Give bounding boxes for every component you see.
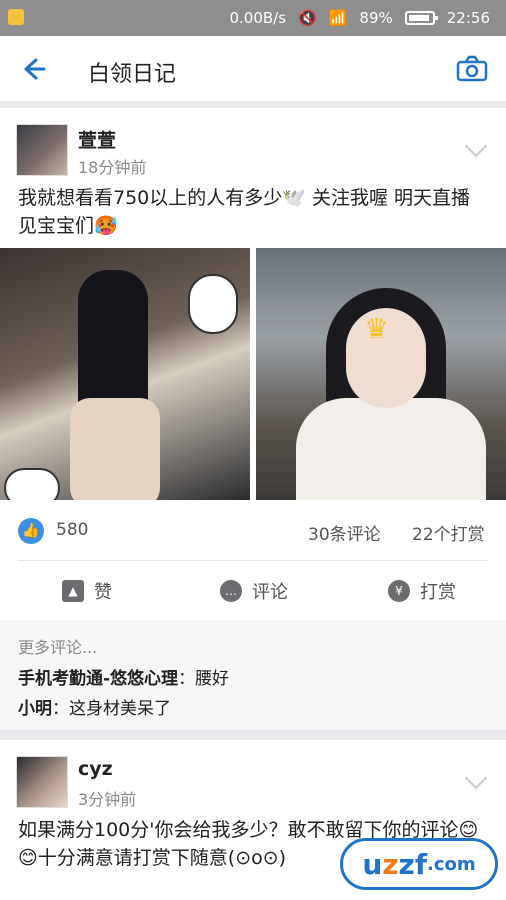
mute-icon: 🔇 <box>298 9 317 27</box>
post-username[interactable]: 萱萱 <box>78 126 116 153</box>
crown-sticker: ♛ <box>364 312 390 345</box>
clock: 22:56 <box>446 9 490 27</box>
avatar[interactable] <box>16 756 68 808</box>
comment-bubble-icon: … <box>220 580 242 602</box>
watermark-text: z <box>382 847 399 881</box>
reward-label: 打赏 <box>420 582 456 603</box>
chevron-down-icon[interactable] <box>464 134 488 158</box>
photo-detail <box>296 398 486 500</box>
bunny-sticker <box>188 274 238 334</box>
comment-user[interactable]: 小明 <box>18 699 52 719</box>
post-actions: ▲ 赞 … 评论 ¥ 打赏 <box>0 566 506 616</box>
comment-colon: ： <box>178 669 196 689</box>
camera-icon[interactable] <box>456 54 488 84</box>
yen-coin-icon: ¥ <box>388 580 410 602</box>
comment-text: 腰好 <box>195 669 230 689</box>
watermark-text: u <box>362 847 383 881</box>
comment-button[interactable]: … 评论 <box>220 576 288 606</box>
reward-count[interactable]: 22个打赏 <box>412 520 485 545</box>
post-time: 18分钟前 <box>78 158 147 177</box>
feed-post: 萱萱 18分钟前 我就想看看750以上的人有多少🕊️ 关注我喔 明天直播见宝宝们… <box>0 108 506 620</box>
site-watermark-logo: u z zf .com <box>340 838 498 890</box>
watermark-text: zf <box>398 847 428 881</box>
sim-icon <box>8 9 24 25</box>
comment-count[interactable]: 30条评论 <box>308 520 381 545</box>
wifi-icon: 📶 <box>328 9 348 27</box>
comment-item[interactable]: 手机考勤通-悠悠心理：腰好 <box>18 664 229 689</box>
post-username[interactable]: cyz <box>78 758 113 780</box>
pig-sticker <box>4 468 60 500</box>
post-content: 我就想看看750以上的人有多少🕊️ 关注我喔 明天直播见宝宝们🥵 <box>18 187 471 237</box>
thumbs-up-icon: ▲ <box>62 580 84 602</box>
post-image-1[interactable] <box>0 248 250 500</box>
like-count: 580 <box>56 520 89 540</box>
back-arrow-icon[interactable] <box>18 54 48 84</box>
comment-label: 评论 <box>252 582 288 603</box>
avatar[interactable] <box>16 124 68 176</box>
post-image-2[interactable]: ♛ <box>256 248 506 500</box>
like-label: 赞 <box>94 582 112 603</box>
post-stats: 👍 580 30条评论 22个打赏 <box>0 512 506 550</box>
more-comments-link[interactable]: 更多评论... <box>18 634 97 658</box>
status-bar: 0.00B/s 🔇 📶 89% 22:56 <box>0 0 506 36</box>
chevron-down-icon[interactable] <box>464 766 488 790</box>
photo-detail <box>70 398 160 500</box>
section-gap <box>0 730 506 740</box>
battery-percent: 89% <box>359 9 393 27</box>
comments-section: 更多评论... 手机考勤通-悠悠心理：腰好 小明：这身材美呆了 <box>0 620 506 730</box>
watermark-text: .com <box>427 853 476 875</box>
network-speed: 0.00B/s <box>229 9 287 27</box>
post-time: 3分钟前 <box>78 790 137 809</box>
divider <box>18 560 488 561</box>
page-title: 白领日记 <box>88 62 177 87</box>
comment-colon: ： <box>52 699 69 719</box>
feed-post: cyz 3分钟前 如果满分100分'你会给我多少？敢不敢留下你的评论😊😊十分满意… <box>0 740 506 900</box>
app-bar: 白领日记 <box>0 36 506 102</box>
like-button[interactable]: ▲ 赞 <box>62 576 112 606</box>
battery-icon <box>404 11 438 25</box>
comment-user[interactable]: 手机考勤通-悠悠心理 <box>18 669 178 689</box>
comment-item[interactable]: 小明：这身材美呆了 <box>18 694 171 719</box>
status-right: 0.00B/s 🔇 📶 89% 22:56 <box>229 0 490 36</box>
reward-button[interactable]: ¥ 打赏 <box>388 576 456 606</box>
comment-text: 这身材美呆了 <box>69 699 171 719</box>
thumbs-up-icon[interactable]: 👍 <box>18 518 44 544</box>
